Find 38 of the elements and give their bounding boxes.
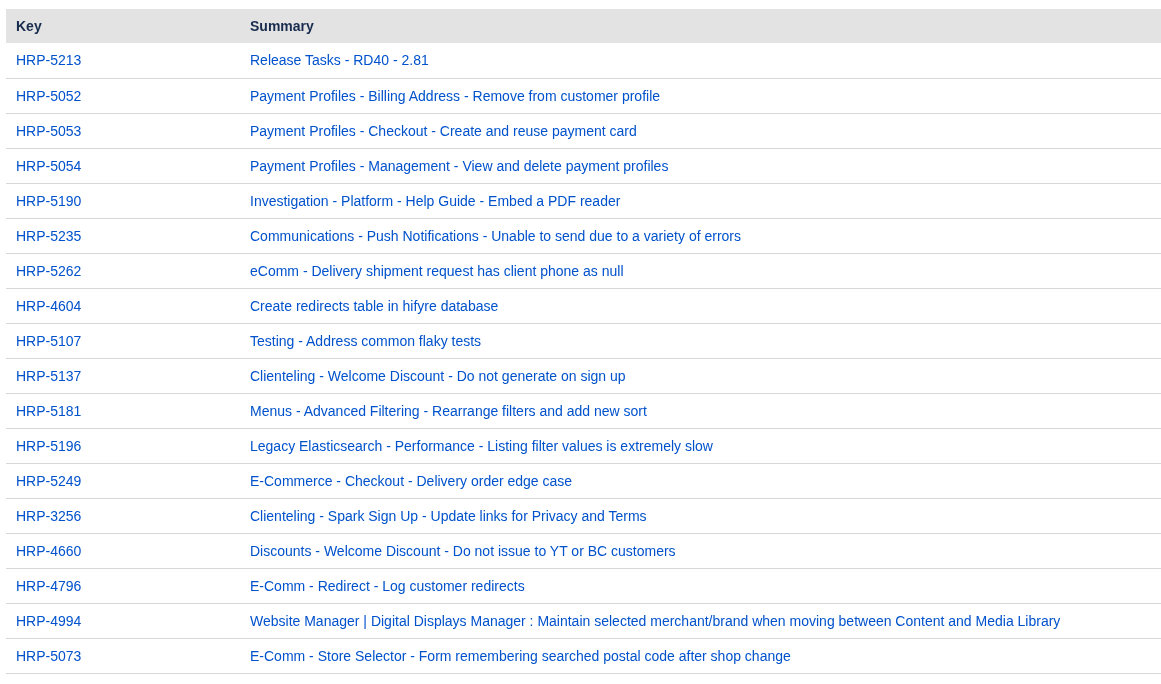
issue-summary-link[interactable]: Payment Profiles - Management - View and delete payment profiles bbox=[250, 157, 669, 174]
issue-summary-link[interactable]: Payment Profiles - Checkout - Create and reuse payment card bbox=[250, 122, 637, 139]
issue-key-link[interactable]: HRP-5181 bbox=[16, 402, 82, 419]
issue-summary-link[interactable]: Legacy Elasticsearch - Performance - Listing filter values is extremely slow bbox=[250, 437, 713, 454]
issue-summary-link[interactable]: Payment Profiles - Billing Address - Remove from customer profile bbox=[250, 87, 661, 104]
issue-summary-link[interactable]: E-Comm - Store Selector - Form remembering searched postal code after shop change bbox=[250, 647, 791, 664]
issue-key-link[interactable]: HRP-4994 bbox=[16, 612, 82, 629]
issue-key-link[interactable]: HRP-4796 bbox=[16, 577, 82, 594]
issue-key-link[interactable]: HRP-5052 bbox=[16, 87, 82, 104]
issue-summary-link[interactable]: Communications - Push Notifications - Unable to send due to a variety of errors bbox=[250, 227, 741, 244]
issue-key-link[interactable]: HRP-5053 bbox=[16, 122, 82, 139]
issue-key-link[interactable]: HRP-5235 bbox=[16, 227, 82, 244]
issue-summary-link[interactable]: E-Commerce - Checkout - Delivery order edge case bbox=[250, 472, 573, 489]
issue-key-link[interactable]: HRP-5073 bbox=[16, 647, 82, 664]
issue-summary-link[interactable]: Testing - Address common flaky tests bbox=[250, 332, 482, 349]
issue-key-link[interactable]: HRP-5196 bbox=[16, 437, 82, 454]
issue-summary-link[interactable]: eComm - Delivery shipment request has client phone as null bbox=[250, 262, 624, 279]
column-header: Key bbox=[6, 9, 240, 43]
issue-key-link[interactable]: HRP-4660 bbox=[16, 542, 82, 559]
issue-key-link[interactable]: HRP-5107 bbox=[16, 332, 82, 349]
column-header: Summary bbox=[240, 9, 1161, 43]
issue-key-link[interactable]: HRP-4604 bbox=[16, 297, 82, 314]
issue-key-link[interactable]: HRP-5054 bbox=[16, 157, 82, 174]
issue-key-link[interactable]: HRP-5137 bbox=[16, 367, 82, 384]
issue-summary-link[interactable]: Clienteling - Welcome Discount - Do not generate on sign up bbox=[250, 367, 626, 384]
issue-summary-link[interactable]: Release Tasks - RD40 - 2.81 bbox=[250, 52, 429, 69]
issue-key-link[interactable]: HRP-5249 bbox=[16, 472, 82, 489]
issue-summary-link[interactable]: Clienteling - Spark Sign Up - Update links for Privacy and Terms bbox=[250, 507, 647, 524]
issue-key-link[interactable]: HRP-3256 bbox=[16, 507, 82, 524]
issue-key-link[interactable]: HRP-5213 bbox=[16, 52, 82, 69]
issue-key-link[interactable]: HRP-5190 bbox=[16, 192, 82, 209]
issue-key-link[interactable]: HRP-5262 bbox=[16, 262, 82, 279]
issue-summary-link[interactable]: Create redirects table in hifyre database bbox=[250, 297, 499, 314]
issue-summary-link[interactable]: Investigation - Platform - Help Guide - Embed a PDF reader bbox=[250, 192, 621, 209]
issue-summary-link[interactable]: E-Comm - Redirect - Log customer redirects bbox=[250, 577, 525, 594]
issue-summary-link[interactable]: Website Manager | Digital Displays Manager : Maintain selected merchant/brand when moving between Content and Media Library bbox=[250, 612, 1061, 629]
issue-summary-link[interactable]: Discounts - Welcome Discount - Do not issue to YT or BC customers bbox=[250, 542, 676, 559]
issue-summary-link[interactable]: Menus - Advanced Filtering - Rearrange filters and add new sort bbox=[250, 402, 647, 419]
